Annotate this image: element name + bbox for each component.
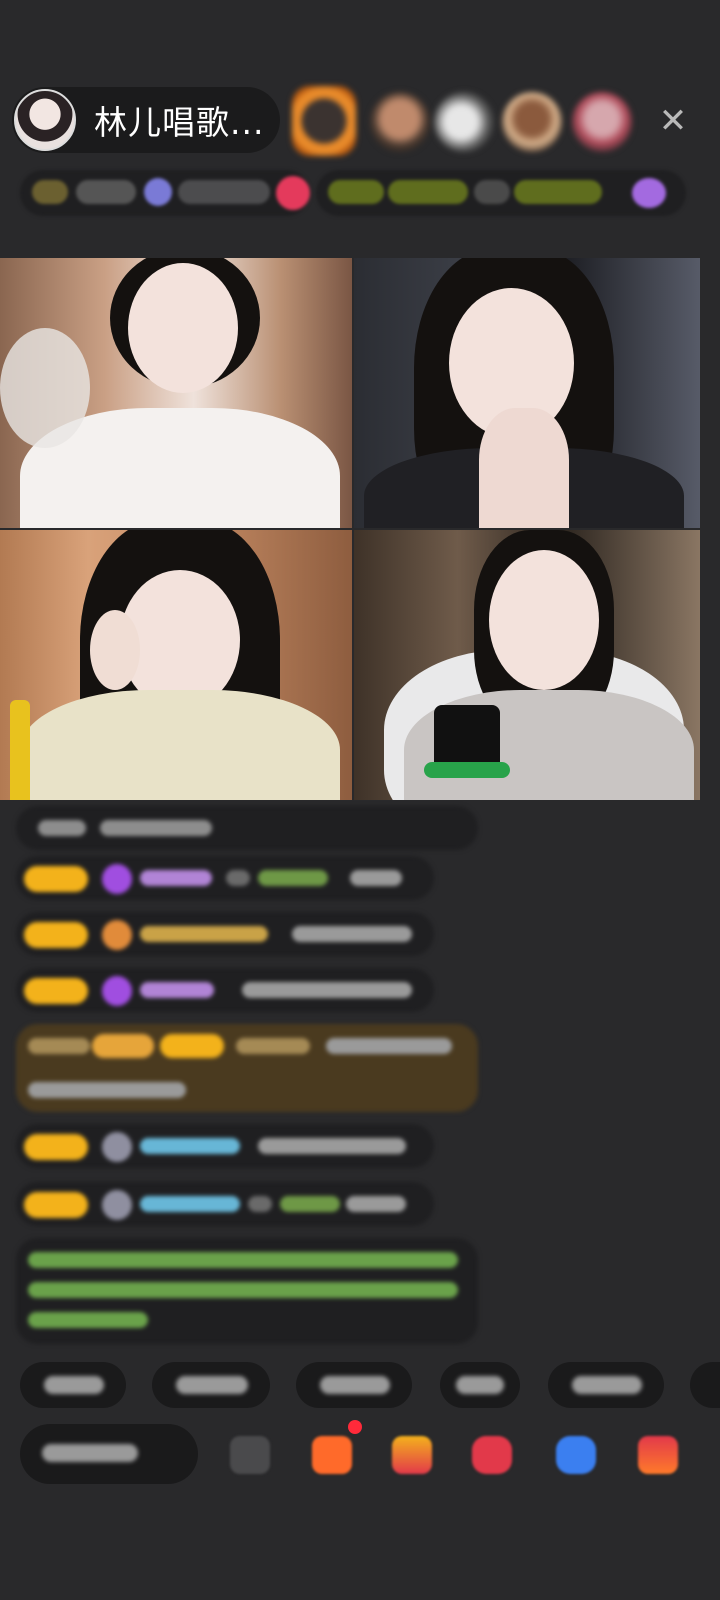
quick-chip-4[interactable]	[440, 1362, 520, 1408]
quick-chip-1[interactable]	[20, 1362, 126, 1408]
gift-box-icon[interactable]	[312, 1436, 352, 1474]
hot-icon	[144, 178, 172, 206]
quick-chip-5[interactable]	[548, 1362, 664, 1408]
system-notice	[16, 1238, 478, 1344]
viewer-avatar-5[interactable]	[572, 92, 632, 152]
gift-icon[interactable]	[392, 1436, 432, 1474]
tag-1	[328, 180, 384, 204]
video-tile-4[interactable]	[354, 530, 700, 800]
share-icon[interactable]	[230, 1436, 270, 1474]
host-avatar[interactable]	[14, 89, 76, 151]
viewer-avatar-2[interactable]	[370, 92, 430, 152]
viewer-avatar-3[interactable]	[434, 92, 494, 152]
more-icon[interactable]	[638, 1436, 678, 1474]
video-tile-1[interactable]	[0, 258, 352, 528]
chat-message-4[interactable]	[16, 968, 434, 1012]
video-tile-2[interactable]	[354, 258, 700, 528]
hot-text	[178, 180, 270, 204]
badge-icon[interactable]	[632, 178, 666, 208]
close-button[interactable]: ✕	[650, 98, 696, 144]
chat-message-2[interactable]	[16, 856, 434, 900]
room-info-bar[interactable]	[20, 170, 310, 216]
viewer-avatar-4[interactable]	[502, 92, 562, 152]
comment-input[interactable]	[20, 1424, 198, 1484]
red-packet-icon[interactable]	[472, 1436, 512, 1474]
quick-chip-2[interactable]	[152, 1362, 270, 1408]
heart-icon[interactable]	[276, 176, 310, 210]
chat-message-3[interactable]	[16, 912, 434, 956]
host-name[interactable]: 林儿唱歌...	[94, 96, 264, 144]
chat-message-6[interactable]	[16, 1182, 434, 1226]
rank-icon	[32, 180, 68, 204]
viewer-avatar-1[interactable]	[292, 86, 356, 156]
notification-dot	[348, 1420, 362, 1434]
room-tags-bar[interactable]	[316, 170, 686, 216]
chat-message-highlight[interactable]	[16, 1024, 478, 1112]
tag-4	[514, 180, 602, 204]
quick-chip-6[interactable]	[690, 1362, 720, 1408]
game-icon[interactable]	[556, 1436, 596, 1474]
chat-message-1[interactable]	[16, 806, 478, 850]
rank-text	[76, 180, 136, 204]
tag-2	[388, 180, 468, 204]
video-tile-3[interactable]	[0, 530, 352, 800]
tag-3	[474, 180, 510, 204]
close-icon: ✕	[658, 101, 688, 141]
quick-chip-3[interactable]	[296, 1362, 412, 1408]
chat-message-5[interactable]	[16, 1124, 434, 1168]
host-info-pill[interactable]: 林儿唱歌...	[12, 87, 280, 153]
